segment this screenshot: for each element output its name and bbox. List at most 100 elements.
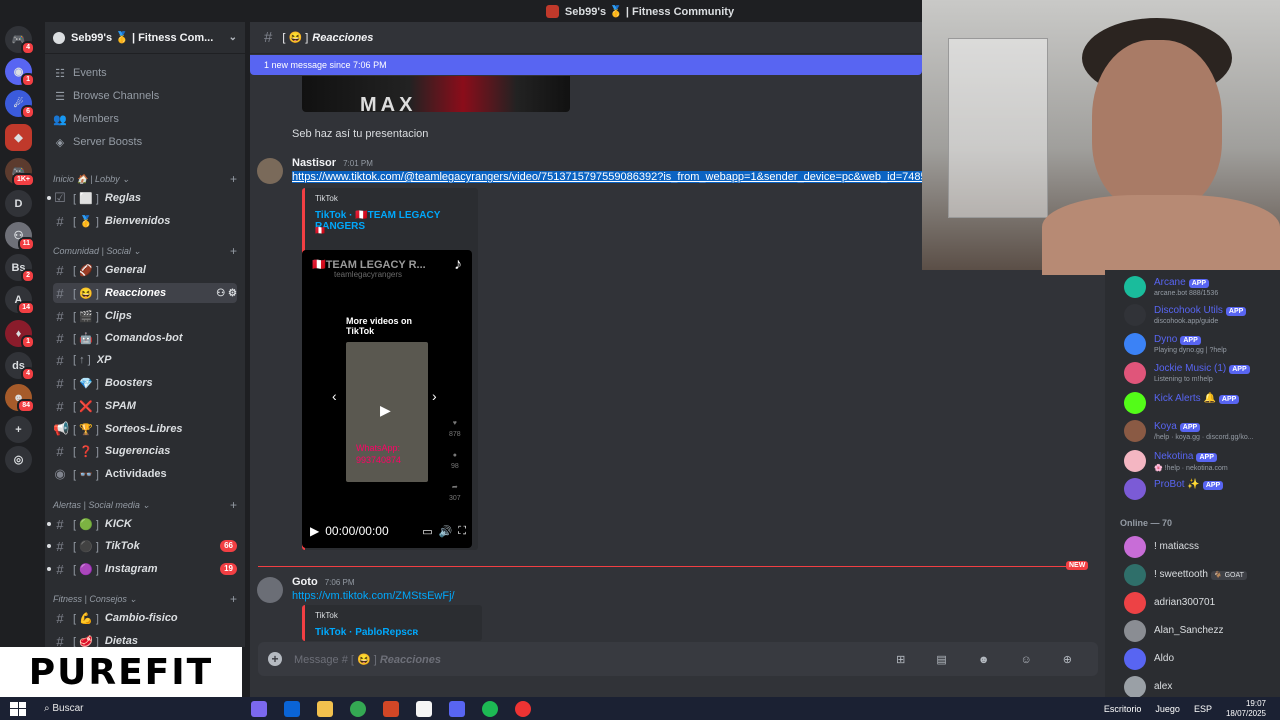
play-icon[interactable]: ▶ [380, 402, 391, 419]
server-icon[interactable]: ⚇ 11 [5, 222, 35, 251]
member-item[interactable]: alex [1124, 676, 1274, 697]
file-explorer-icon[interactable] [317, 700, 333, 717]
outlook-icon[interactable] [284, 700, 300, 717]
channel-spam[interactable]: # [ ❌ ] SPAM [53, 396, 237, 416]
channel-kick[interactable]: # [ 🟢 ] KICK [47, 514, 237, 534]
server-icon[interactable]: + [5, 416, 32, 443]
message-composer[interactable]: + Message # [ 😆 ] Reacciones ⊞ ▤ ☻ ☺ ⊕ [258, 642, 1098, 676]
windows-start-icon[interactable] [10, 701, 26, 716]
server-icon[interactable]: ☻ 84 [5, 384, 35, 413]
avatar[interactable] [257, 158, 283, 184]
server-icon[interactable]: 🎮 4 [5, 26, 35, 55]
spotify-icon[interactable] [482, 700, 498, 717]
member-item[interactable]: Kick Alerts 🔔 APP [1124, 392, 1274, 418]
channel-sugerencias[interactable]: # [ ❓ ] Sugerencias [53, 441, 237, 461]
member-item[interactable]: Nekotina APP 🌸 !help · nekotina.com [1124, 450, 1274, 476]
game-label[interactable]: Juego [1155, 704, 1180, 714]
chevron-right-icon[interactable]: › [432, 388, 437, 404]
server-icon[interactable]: ◎ [5, 446, 32, 473]
taskbar-search[interactable]: ⌕ Buscar [44, 703, 234, 714]
category-header[interactable]: Inicio 🏠 | Lobby ⌄ + [53, 172, 237, 186]
chrome-icon[interactable] [350, 700, 366, 717]
composer-tools[interactable]: ⊞ ▤ ☻ ☺ ⊕ [896, 653, 1086, 666]
server-header[interactable]: Seb99's 🥇 | Fitness Com... ⌄ [45, 22, 245, 54]
sidebar-item-members[interactable]: 👥 Members [53, 109, 237, 129]
member-item[interactable]: Dyno APP Playing dyno.gg | ?help [1124, 333, 1274, 359]
server-icon[interactable]: D [5, 190, 32, 217]
channel-actividades[interactable]: ◉ [ 👓 ] Actividades [53, 464, 237, 484]
volume-icon[interactable]: 🔊 [439, 525, 453, 538]
channel-reacciones[interactable]: # [ 😆 ] Reacciones ⚇ ⚙ [53, 283, 237, 303]
fullscreen-icon[interactable]: ⛶ [458, 525, 466, 538]
plus-icon[interactable]: + [230, 172, 237, 186]
discord-icon[interactable] [449, 700, 465, 717]
chevron-left-icon[interactable]: ‹ [332, 388, 337, 404]
member-item[interactable]: Jockie Music (1) APP Listening to m!help [1124, 362, 1274, 388]
channel-dietas[interactable]: # [ 🥩 ] Dietas [53, 631, 237, 648]
plus-icon[interactable]: + [230, 592, 237, 606]
channel-comandos-bot[interactable]: # [ 🤖 ] Comandos-bot [53, 328, 237, 348]
channel-settings-icon[interactable]: ⚇ ⚙ [216, 288, 237, 299]
message-link[interactable]: https://www.tiktok.com/@teamlegacyranger… [292, 171, 922, 183]
server-icon[interactable]: 🎮 1K+ [5, 158, 35, 187]
powerpoint-icon[interactable] [383, 700, 399, 717]
language-label[interactable]: ESP [1194, 704, 1212, 714]
channel-cambio-fisico[interactable]: # [ 💪 ] Cambio-fisico [53, 608, 237, 628]
plus-icon[interactable]: + [230, 244, 237, 258]
category-header[interactable]: Fitness | Consejos ⌄ + [53, 592, 237, 606]
plus-icon[interactable]: + [230, 498, 237, 512]
member-item[interactable]: ! matiacss [1124, 536, 1274, 562]
avatar[interactable] [257, 577, 283, 603]
play-icon[interactable]: ▶ [310, 524, 319, 538]
image-attachment[interactable]: MAX [302, 76, 570, 112]
new-messages-bar[interactable]: 1 new message since 7:06 PM [250, 55, 922, 75]
video-thumbnail[interactable]: ▶ WhatsApp: 993740874 [346, 342, 428, 482]
plus-icon[interactable]: + [268, 652, 282, 666]
member-item[interactable]: Koya APP/help · koya.gg · discord.gg/ko..… [1124, 420, 1274, 446]
channel-tiktok[interactable]: # [ ⚫ ] TikTok 66 [47, 536, 237, 556]
channel-clips[interactable]: # [ 🎬 ] Clips [53, 306, 237, 326]
heart-icon: ♥ [452, 420, 457, 427]
server-icon[interactable]: ◉ 1 [5, 58, 35, 87]
channel-xp[interactable]: # [ ↑ ] XP [53, 350, 237, 370]
channel-bienvenidos[interactable]: # [ 🥇 ] Bienvenidos [53, 211, 237, 231]
channel-name: Bienvenidos [104, 215, 171, 227]
member-item[interactable]: Arcane APP arcane.bot 888/1536 [1124, 276, 1274, 302]
embed-title[interactable]: TikTok · 🇵🇪TEAM LEGACY RANGERS [315, 210, 478, 232]
member-item[interactable]: Alan_Sanchezz [1124, 620, 1274, 646]
server-icon[interactable]: ☄ 6 [5, 90, 35, 119]
notepad-icon[interactable] [416, 700, 432, 717]
username[interactable]: Goto [292, 576, 318, 588]
channel-name: Reglas [104, 192, 141, 204]
captions-icon[interactable]: ▭ [422, 525, 432, 538]
category-header[interactable]: Comunidad | Social ⌄ + [53, 244, 237, 258]
message-link[interactable]: https://vm.tiktok.com/ZMStsEwFj/ [292, 590, 455, 602]
sidebar-item-server-boosts[interactable]: ◈ Server Boosts [53, 132, 237, 152]
member-item[interactable]: adrian300701 [1124, 592, 1274, 618]
member-item[interactable]: Discohook Utils APP discohook.app/guide [1124, 304, 1274, 330]
username[interactable]: Nastisor [292, 157, 336, 169]
server-icon[interactable]: Bs 2 [5, 254, 35, 283]
copilot-icon[interactable] [251, 700, 267, 717]
channel-instagram[interactable]: # [ 🟣 ] Instagram 19 [47, 559, 237, 579]
channel-sorteos-libres[interactable]: 📢[ 🏆 ] Sorteos-Libres [53, 419, 237, 439]
clock[interactable]: 19:07 18/07/2025 [1226, 699, 1266, 719]
category-header[interactable]: Alertas | Social media ⌄ + [53, 498, 237, 512]
channel-reglas[interactable]: ☑ [ ⬜ ] Reglas [47, 188, 237, 208]
obs-icon[interactable] [515, 700, 531, 717]
desktop-label[interactable]: Escritorio [1104, 704, 1142, 714]
server-icon[interactable]: ◆ [5, 124, 32, 151]
tiktok-video-player[interactable]: 🇵🇪TEAM LEGACY R... teamlegacyrangers ♪ M… [302, 250, 472, 548]
member-item[interactable]: Aldo [1124, 648, 1274, 674]
avatar [1124, 592, 1146, 614]
sidebar-item-browse-channels[interactable]: ☰ Browse Channels [53, 86, 237, 106]
server-icon[interactable]: A 14 [5, 286, 35, 315]
member-item[interactable]: ProBot ✨ APP [1124, 478, 1274, 504]
channel-general[interactable]: # [ 🏈 ] General [53, 260, 237, 280]
server-icon[interactable]: ds 4 [5, 352, 35, 381]
member-item[interactable]: ! sweettooth 🐐 GOAT [1124, 564, 1274, 590]
embed-title[interactable]: TikTok · PabloRepsᴄʀ [315, 627, 418, 638]
channel-boosters[interactable]: # [ 💎 ] Boosters [53, 373, 237, 393]
sidebar-item-events[interactable]: ☷ Events [53, 63, 237, 83]
server-icon[interactable]: ♦ 1 [5, 320, 35, 349]
